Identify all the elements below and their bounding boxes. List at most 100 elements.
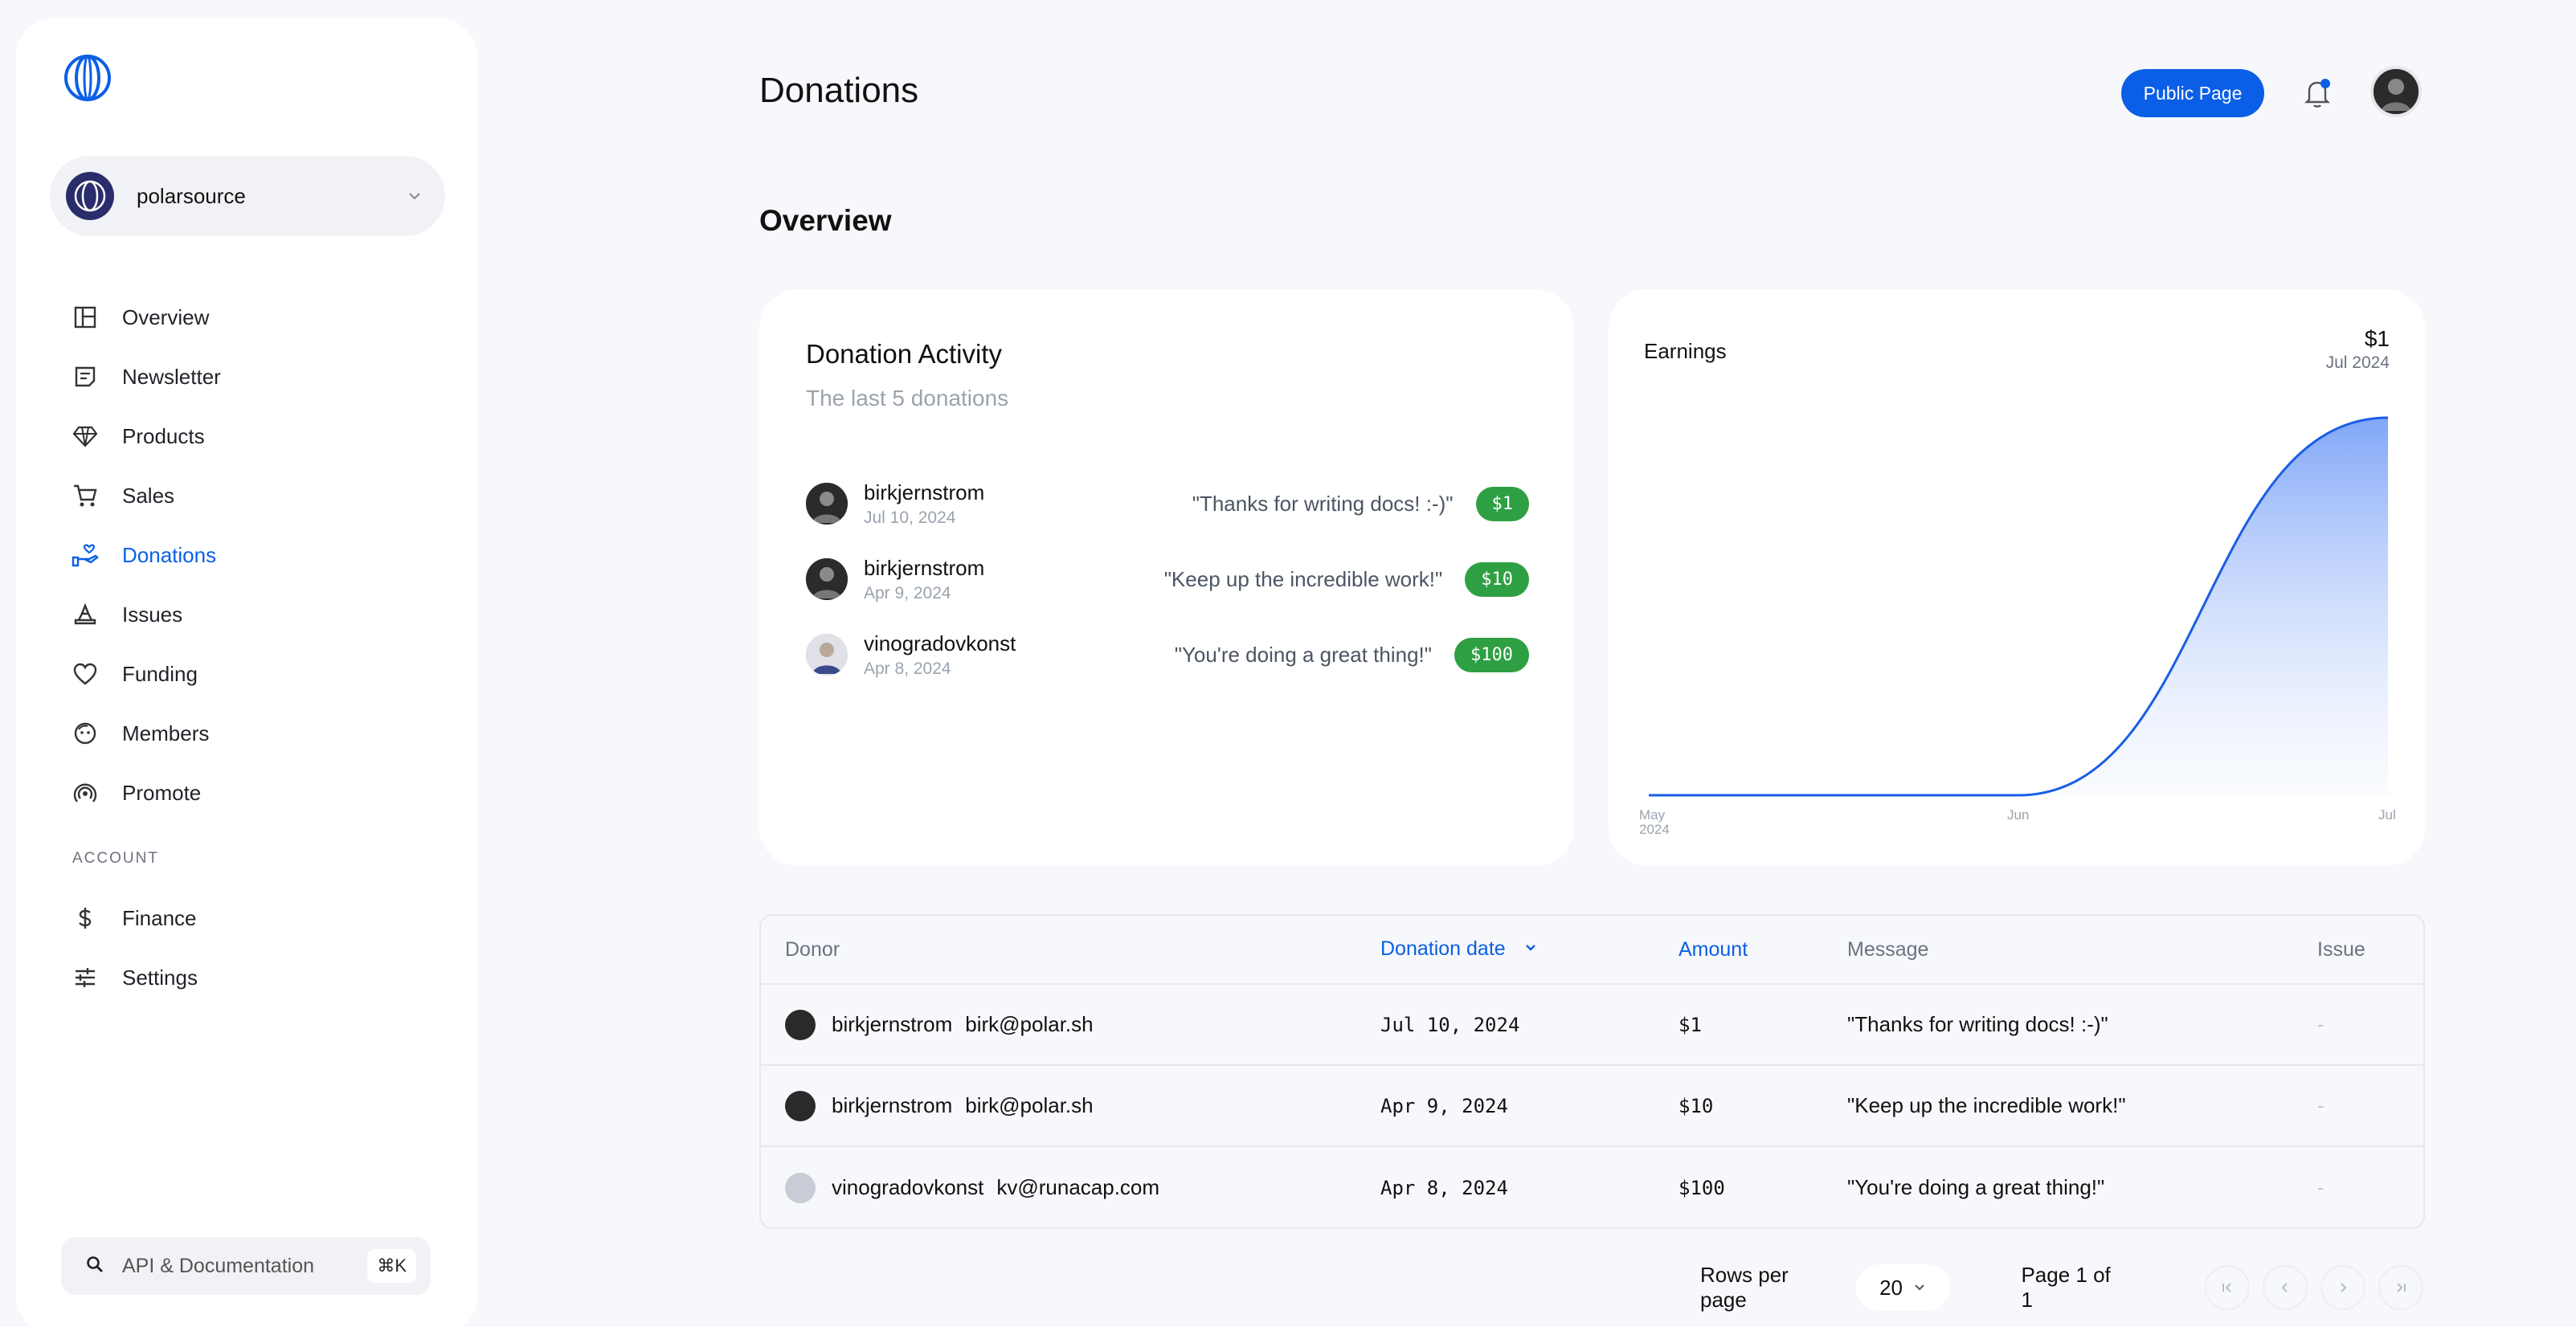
donation-message: "Keep up the incredible work!" <box>1847 1093 2126 1117</box>
page-info: Page 1 of 1 <box>2021 1263 2111 1312</box>
earnings-chart[interactable]: May 2024 Jun Jul <box>1633 394 2404 851</box>
api-documentation-search[interactable]: API & Documentation ⌘K <box>61 1237 431 1295</box>
public-page-button[interactable]: Public Page <box>2121 69 2264 117</box>
sidebar-item-overview[interactable]: Overview <box>71 288 440 347</box>
column-donor[interactable]: Donor <box>761 938 1380 962</box>
sidebar-item-finance[interactable]: Finance <box>71 888 440 948</box>
earnings-value: $1 <box>2364 326 2390 351</box>
issues-icon <box>71 600 100 629</box>
earnings-date: Jul 2024 <box>2325 353 2390 372</box>
sidebar-item-label: Members <box>122 721 210 745</box>
rows-per-page-select[interactable]: 20 <box>1855 1264 1951 1311</box>
sidebar-item-products[interactable]: Products <box>71 406 440 466</box>
sidebar-item-label: Newsletter <box>122 364 221 389</box>
x-tick-label: Jun <box>2007 807 2029 823</box>
earnings-area <box>1649 418 2388 795</box>
last-page-button[interactable] <box>2378 1265 2423 1310</box>
broadcast-icon <box>71 778 100 807</box>
earnings-title: Earnings <box>1644 339 1727 363</box>
donation-amount: $10 <box>1678 1094 1714 1117</box>
donation-message: "You're doing a great thing!" <box>1847 1175 2105 1199</box>
donation-amount: $1 <box>1678 1013 1702 1036</box>
column-amount[interactable]: Amount <box>1678 938 1847 962</box>
sidebar-item-members[interactable]: Members <box>71 704 440 763</box>
donor-email: birk@polar.sh <box>965 1093 1094 1117</box>
donor-name: birkjernstrom <box>864 555 985 580</box>
diamond-icon <box>71 422 100 451</box>
rows-per-page-label: Rows per page <box>1700 1263 1789 1312</box>
x-tick-label: 2024 <box>1639 822 1670 837</box>
donation-message: "Thanks for writing docs! :-)" <box>1192 491 1454 516</box>
pagination: Rows per page 20 Page 1 of 1 <box>1700 1261 2423 1314</box>
avatar <box>785 1009 816 1040</box>
chevron-left-icon <box>2281 1283 2288 1292</box>
user-avatar[interactable] <box>2370 66 2422 117</box>
column-label: Donation date <box>1380 937 1506 961</box>
keyboard-shortcut: ⌘K <box>367 1249 416 1283</box>
rows-per-page-value: 20 <box>1879 1275 1903 1300</box>
donation-date: Apr 8, 2024 <box>864 659 951 678</box>
avatar <box>806 483 848 525</box>
account-section-label: ACCOUNT <box>72 850 159 867</box>
sidebar-item-promote[interactable]: Promote <box>71 763 440 823</box>
donation-message: "Keep up the incredible work!" <box>1163 566 1443 591</box>
x-tick-label: Jul <box>2378 807 2396 823</box>
donation-message: "You're doing a great thing!" <box>1174 642 1433 667</box>
donor-name: birkjernstrom <box>832 1093 953 1117</box>
sliders-icon <box>71 963 100 992</box>
column-issue[interactable]: Issue <box>2317 938 2422 962</box>
org-avatar <box>66 172 114 220</box>
chevron-down-icon <box>403 185 426 207</box>
first-page-button[interactable] <box>2205 1265 2250 1310</box>
notification-bell-icon[interactable] <box>2301 76 2333 111</box>
list-item[interactable]: vinogradovkonst Apr 8, 2024 "You're doin… <box>806 617 1529 692</box>
list-item[interactable]: birkjernstrom Jul 10, 2024 "Thanks for w… <box>806 466 1529 541</box>
donor-name: vinogradovkonst <box>832 1175 984 1199</box>
donation-issue: - <box>2317 1093 2325 1117</box>
table-row[interactable]: birkjernstrom birk@polar.sh Apr 9, 2024 … <box>761 1066 2423 1147</box>
newsletter-icon <box>71 362 100 391</box>
sidebar-item-settings[interactable]: Settings <box>71 948 440 1007</box>
donor-name: birkjernstrom <box>864 480 985 504</box>
sidebar-item-sales[interactable]: Sales <box>71 466 440 525</box>
org-switcher[interactable]: polarsource <box>50 156 445 236</box>
amount-badge: $10 <box>1465 561 1529 597</box>
sidebar-item-label: Products <box>122 423 205 448</box>
org-name: polarsource <box>137 183 246 208</box>
donation-issue: - <box>2317 1012 2325 1036</box>
sidebar-nav: Overview Newsletter Products Sales Donat… <box>71 288 440 1007</box>
amount-badge: $100 <box>1454 637 1529 672</box>
donation-date: Apr 9, 2024 <box>864 583 951 602</box>
avatar <box>785 1090 816 1121</box>
sidebar-item-funding[interactable]: Funding <box>71 644 440 704</box>
amount-badge: $1 <box>1475 486 1529 521</box>
donor-email: kv@runacap.com <box>996 1175 1160 1199</box>
donation-activity-list: birkjernstrom Jul 10, 2024 "Thanks for w… <box>806 466 1529 692</box>
sidebar-item-label: Issues <box>122 602 183 627</box>
sidebar-item-donations[interactable]: Donations <box>71 525 440 585</box>
page-title: Donations <box>759 71 919 110</box>
table-row[interactable]: vinogradovkonst kv@runacap.com Apr 8, 20… <box>761 1147 2423 1227</box>
donations-table: Donor Donation date Amount Message Issue… <box>759 914 2425 1229</box>
chevron-down-icon <box>1523 938 1539 962</box>
cart-icon <box>71 481 100 510</box>
column-donation-date[interactable]: Donation date <box>1380 937 1678 962</box>
next-page-button[interactable] <box>2320 1265 2365 1310</box>
api-doc-label: API & Documentation <box>122 1254 315 1277</box>
sidebar-item-issues[interactable]: Issues <box>71 585 440 644</box>
table-row[interactable]: birkjernstrom birk@polar.sh Jul 10, 2024… <box>761 985 2423 1066</box>
sidebar-item-newsletter[interactable]: Newsletter <box>71 347 440 406</box>
overview-heading: Overview <box>759 204 892 237</box>
chevron-down-icon <box>1912 1276 1927 1300</box>
polar-logo-icon[interactable] <box>63 53 112 103</box>
face-icon <box>71 719 100 748</box>
avatar <box>806 634 848 676</box>
layout-icon <box>71 303 100 332</box>
list-item[interactable]: birkjernstrom Apr 9, 2024 "Keep up the i… <box>806 541 1529 617</box>
sidebar-item-label: Funding <box>122 661 198 686</box>
sidebar-item-label: Overview <box>122 304 210 329</box>
previous-page-button[interactable] <box>2263 1265 2308 1310</box>
sidebar-item-label: Promote <box>122 780 202 805</box>
column-message[interactable]: Message <box>1847 938 2317 962</box>
sidebar-item-label: Finance <box>122 905 197 930</box>
